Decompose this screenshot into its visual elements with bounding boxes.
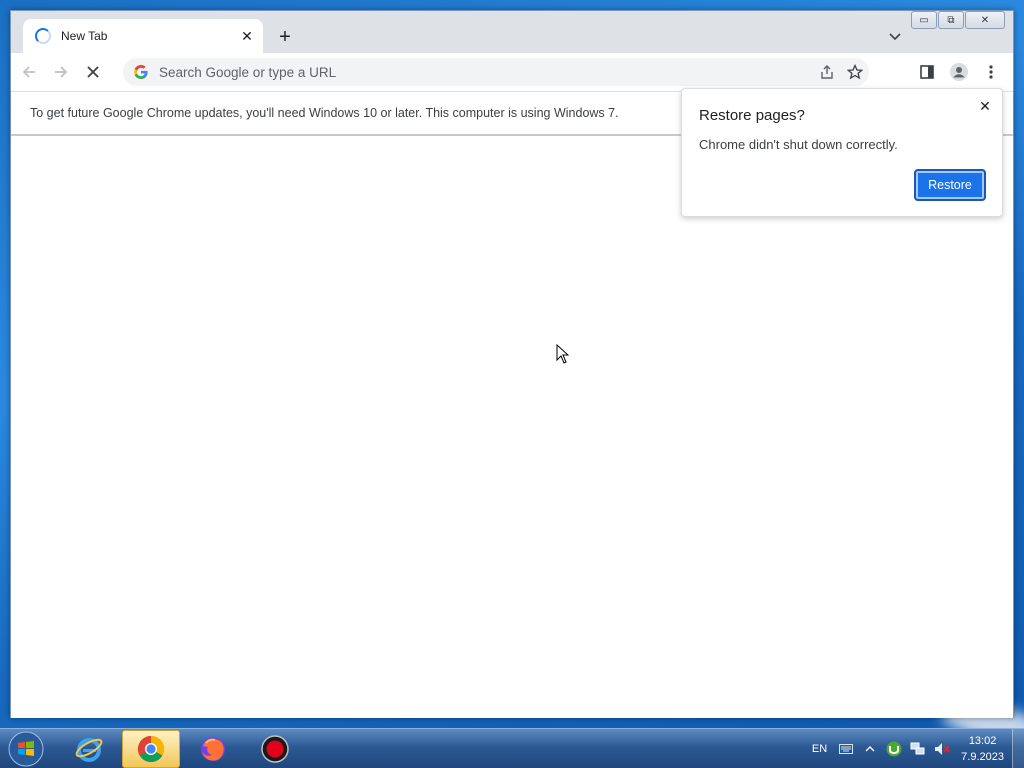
side-panel-button[interactable]: [913, 58, 941, 86]
profile-button[interactable]: [945, 58, 973, 86]
chrome-window: New Tab ✕ + ▭ ⧉ ✕ Search Google or type …: [10, 10, 1014, 718]
back-button[interactable]: [15, 58, 43, 86]
utorrent-icon[interactable]: [885, 740, 903, 758]
system-tray: EN 13:02 7.9.2023: [812, 729, 1024, 768]
stop-icon: [87, 66, 99, 78]
window-controls: ▭ ⧉ ✕: [910, 11, 1005, 29]
restore-window-button[interactable]: ⧉: [938, 11, 964, 29]
clock-time: 13:02: [968, 735, 997, 747]
windows-taskbar: EN 13:02 7.9.2023: [0, 728, 1024, 768]
internet-explorer-icon: [75, 738, 103, 762]
taskbar-recorder[interactable]: [246, 730, 304, 768]
star-icon: [847, 64, 863, 80]
show-hidden-icons-icon[interactable]: [861, 740, 879, 758]
forward-button[interactable]: [47, 58, 75, 86]
stop-loading-button[interactable]: [79, 58, 107, 86]
restore-pages-bubble: Restore pages? ✕ Chrome didn't shut down…: [681, 88, 1003, 217]
tab-close-icon[interactable]: ✕: [237, 26, 257, 46]
mouse-pointer-icon: [556, 343, 570, 369]
infobar-message: To get future Google Chrome updates, you…: [30, 106, 619, 120]
address-bar-placeholder: Search Google or type a URL: [159, 64, 337, 80]
language-indicator[interactable]: EN: [812, 743, 827, 755]
bubble-close-icon[interactable]: ✕: [976, 97, 994, 115]
restore-button[interactable]: Restore: [914, 169, 986, 201]
profile-icon: [950, 63, 968, 81]
back-arrow-icon: [22, 66, 35, 78]
system-clock[interactable]: 13:02 7.9.2023: [961, 733, 1004, 765]
share-icon: [821, 65, 833, 79]
page-content: [11, 136, 1013, 718]
bubble-title: Restore pages?: [699, 107, 805, 124]
close-window-button[interactable]: ✕: [965, 11, 1005, 29]
minimize-button[interactable]: ▭: [911, 11, 937, 29]
browser-toolbar: Search Google or type a URL: [11, 53, 1013, 91]
start-button[interactable]: [4, 731, 48, 767]
taskbar-internet-explorer[interactable]: [60, 730, 118, 768]
taskbar-chrome[interactable]: [122, 730, 180, 768]
tab-new-tab[interactable]: New Tab ✕: [23, 19, 263, 53]
windows-logo-icon: [8, 731, 44, 767]
bubble-message: Chrome didn't shut down correctly.: [699, 137, 898, 152]
clock-date: 7.9.2023: [961, 751, 1004, 763]
tab-strip: New Tab ✕ + ▭ ⧉ ✕: [11, 11, 1013, 53]
show-desktop-button[interactable]: [1012, 729, 1024, 768]
share-button[interactable]: [813, 58, 841, 86]
network-icon[interactable]: [909, 740, 927, 758]
tab-title: New Tab: [61, 29, 108, 43]
google-g-icon: [134, 65, 148, 79]
keyboard-icon[interactable]: [837, 740, 855, 758]
side-panel-icon: [920, 65, 934, 79]
menu-icon: [989, 65, 993, 79]
toolbar-right-actions: [909, 58, 1005, 86]
bookmark-button[interactable]: [841, 58, 869, 86]
address-bar[interactable]: Search Google or type a URL: [123, 58, 869, 86]
menu-button[interactable]: [977, 58, 1005, 86]
volume-muted-icon[interactable]: [933, 740, 951, 758]
chrome-icon: [137, 735, 165, 763]
tab-search-chevron-icon[interactable]: [885, 27, 905, 47]
new-tab-button[interactable]: +: [273, 25, 297, 49]
record-icon: [261, 735, 289, 763]
firefox-icon: [201, 737, 225, 761]
forward-arrow-icon: [55, 66, 68, 78]
taskbar-firefox[interactable]: [184, 730, 242, 768]
loading-spinner-icon: [35, 28, 51, 44]
